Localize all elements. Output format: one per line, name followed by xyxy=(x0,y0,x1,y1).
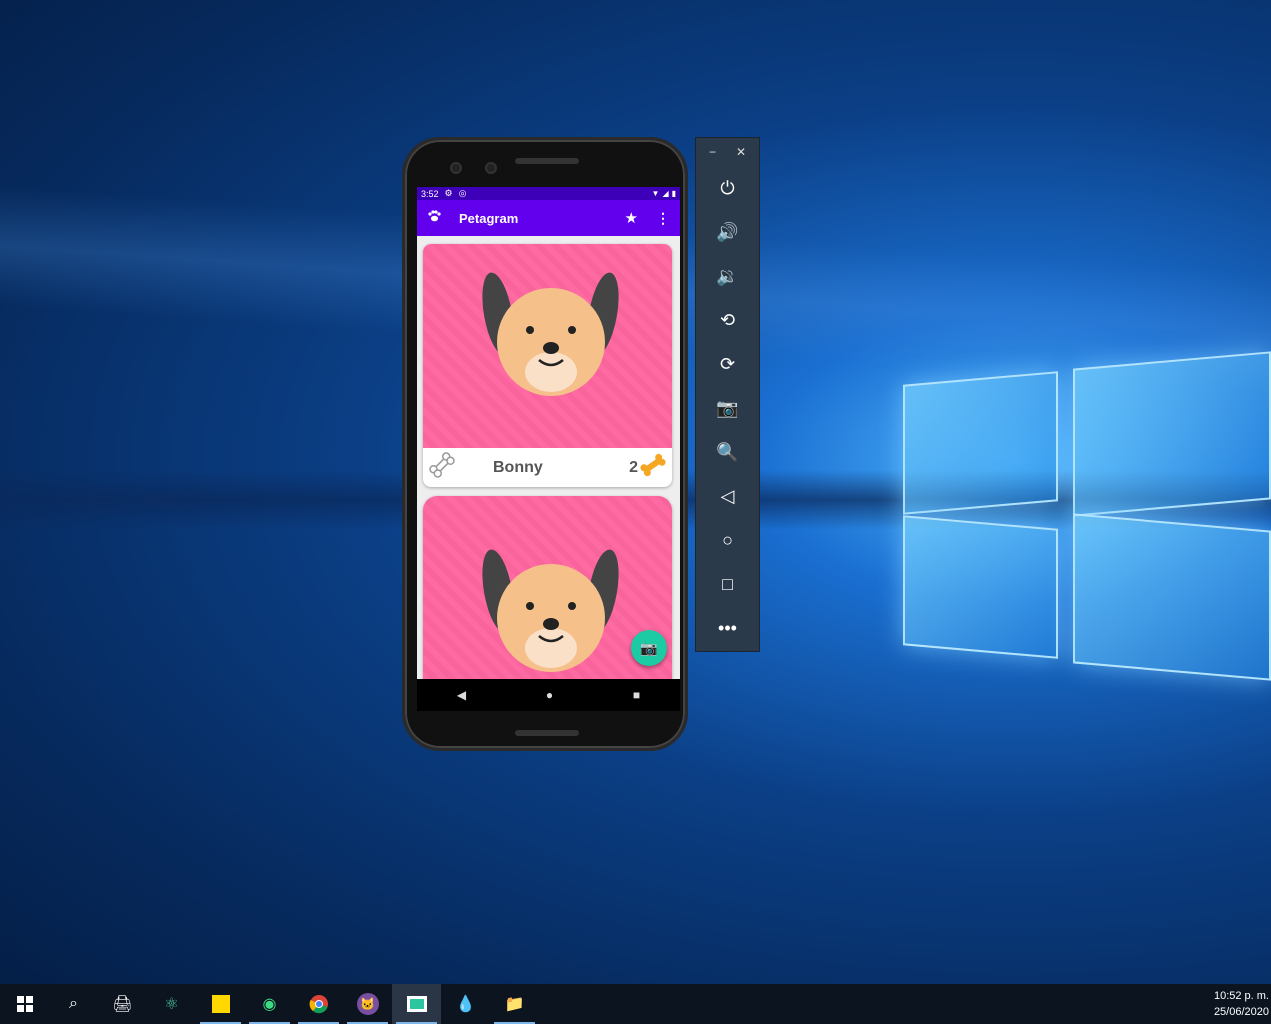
github-icon: 🐱 xyxy=(356,993,379,1015)
close-button[interactable]: ✕ xyxy=(736,145,746,159)
atom-icon: ⚛ xyxy=(164,996,179,1013)
emulator-icon xyxy=(406,996,427,1012)
taskbar-app-atom[interactable]: ⚛ xyxy=(147,984,196,1024)
signal-icon: ◢ xyxy=(662,189,669,198)
status-bar: 3:52 ⚙ ◎ ▼ ◢ ▮ xyxy=(417,187,680,200)
volume-up-button[interactable]: 🔊 xyxy=(696,210,759,254)
taskbar-app-paint[interactable]: 💧 xyxy=(441,984,490,1024)
paw-icon xyxy=(427,209,441,227)
phone-emulator: 3:52 ⚙ ◎ ▼ ◢ ▮ Petagram ★ ⋮ Bonny 2 📷 ◀ … xyxy=(402,137,688,751)
start-button[interactable] xyxy=(0,984,49,1024)
rotate-left-button[interactable]: ⟲ xyxy=(696,298,759,342)
bone-filled-icon xyxy=(638,450,668,485)
zoom-button[interactable]: 🔍 xyxy=(696,430,759,474)
more-button[interactable]: ••• xyxy=(696,606,759,650)
nav-back-icon[interactable]: ◀ xyxy=(457,688,466,702)
rotate-right-icon: ⟳ xyxy=(719,353,736,374)
windows-start-icon xyxy=(16,996,33,1012)
scanner-icon: 🖨 xyxy=(112,996,133,1013)
rotate-left-icon: ⟲ xyxy=(719,309,736,330)
clock-time: 10:52 p. m. xyxy=(1213,990,1269,1002)
overview-button[interactable]: □ xyxy=(696,562,759,606)
windows-taskbar: ⌕ 🖨 ⚛ ◉ 🐱 💧 📁 10:52 p. m. 25/06/2020 xyxy=(0,984,1271,1024)
emulator-toolbar: − ✕ ⏻ 🔊 🔉 ⟲ ⟳ 📷 🔍 ◁ ○ □ ••• xyxy=(695,137,760,652)
settings-icon: ⚙ xyxy=(444,188,453,198)
pet-card[interactable]: Bonny 2 xyxy=(423,244,672,487)
pet-name: Bonny xyxy=(493,458,543,476)
battery-icon: ▮ xyxy=(671,189,676,198)
pet-image xyxy=(423,244,672,448)
android-studio-icon: ◉ xyxy=(262,996,277,1013)
volume-up-icon: 🔊 xyxy=(716,221,739,242)
volume-down-button[interactable]: 🔉 xyxy=(696,254,759,298)
clock-date: 25/06/2020 xyxy=(1213,1006,1269,1018)
taskbar-app-scanner[interactable]: 🖨 xyxy=(98,984,147,1024)
status-time: 3:52 xyxy=(421,188,439,199)
sticky-notes-icon xyxy=(211,995,230,1013)
nav-recents-icon[interactable]: ■ xyxy=(633,688,640,702)
paint-drop-icon: 💧 xyxy=(455,996,476,1013)
phone-sensor xyxy=(485,162,497,174)
android-nav-bar: ◀ ● ■ xyxy=(417,679,680,711)
nav-home-icon[interactable]: ● xyxy=(546,688,553,702)
pet-card-footer: Bonny 2 xyxy=(423,448,672,487)
phone-speaker xyxy=(515,158,579,164)
taskbar-app-github-desktop[interactable]: 🐱 xyxy=(343,984,392,1024)
favorites-star-icon[interactable]: ★ xyxy=(625,209,638,227)
taskbar-clock[interactable]: 10:52 p. m. 25/06/2020 xyxy=(1214,988,1271,1020)
pet-list[interactable]: Bonny 2 xyxy=(417,236,680,679)
minimize-button[interactable]: − xyxy=(709,145,716,159)
phone-camera xyxy=(450,162,462,174)
phone-speaker xyxy=(515,730,579,736)
search-icon: ⌕ xyxy=(69,995,78,1012)
sync-icon: ◎ xyxy=(458,188,467,198)
zoom-icon: 🔍 xyxy=(716,441,739,462)
camera-icon: 📷 xyxy=(640,639,658,656)
overflow-menu-icon[interactable]: ⋮ xyxy=(656,210,670,227)
home-button[interactable]: ○ xyxy=(696,518,759,562)
camera-fab-button[interactable]: 📷 xyxy=(631,630,667,666)
windows-logo xyxy=(895,340,1271,681)
bone-outline-icon[interactable] xyxy=(427,450,457,485)
more-dots-icon: ••• xyxy=(718,617,737,638)
pet-like-count: 2 xyxy=(629,458,638,476)
taskbar-app-sticky-notes[interactable] xyxy=(196,984,245,1024)
back-triangle-icon: ◁ xyxy=(720,485,735,506)
app-bar: Petagram ★ ⋮ xyxy=(417,200,680,236)
overview-square-icon: □ xyxy=(722,573,733,594)
folder-icon: 📁 xyxy=(504,996,525,1013)
taskbar-app-chrome[interactable] xyxy=(294,984,343,1024)
power-icon: ⏻ xyxy=(720,177,735,198)
wifi-icon: ▼ xyxy=(651,189,660,198)
power-button[interactable]: ⏻ xyxy=(696,166,759,210)
taskbar-app-emulator[interactable] xyxy=(392,984,441,1024)
screenshot-button[interactable]: 📷 xyxy=(696,386,759,430)
search-button[interactable]: ⌕ xyxy=(49,984,98,1024)
camera-icon: 📷 xyxy=(716,397,739,418)
taskbar-app-android-studio[interactable]: ◉ xyxy=(245,984,294,1024)
chrome-icon xyxy=(309,995,328,1014)
rotate-right-button[interactable]: ⟳ xyxy=(696,342,759,386)
app-title: Petagram xyxy=(459,210,519,226)
volume-down-icon: 🔉 xyxy=(716,265,739,286)
taskbar-app-file-explorer[interactable]: 📁 xyxy=(490,984,539,1024)
home-circle-icon: ○ xyxy=(722,529,733,550)
phone-screen: 3:52 ⚙ ◎ ▼ ◢ ▮ Petagram ★ ⋮ Bonny 2 📷 ◀ … xyxy=(417,187,680,711)
back-button[interactable]: ◁ xyxy=(696,474,759,518)
